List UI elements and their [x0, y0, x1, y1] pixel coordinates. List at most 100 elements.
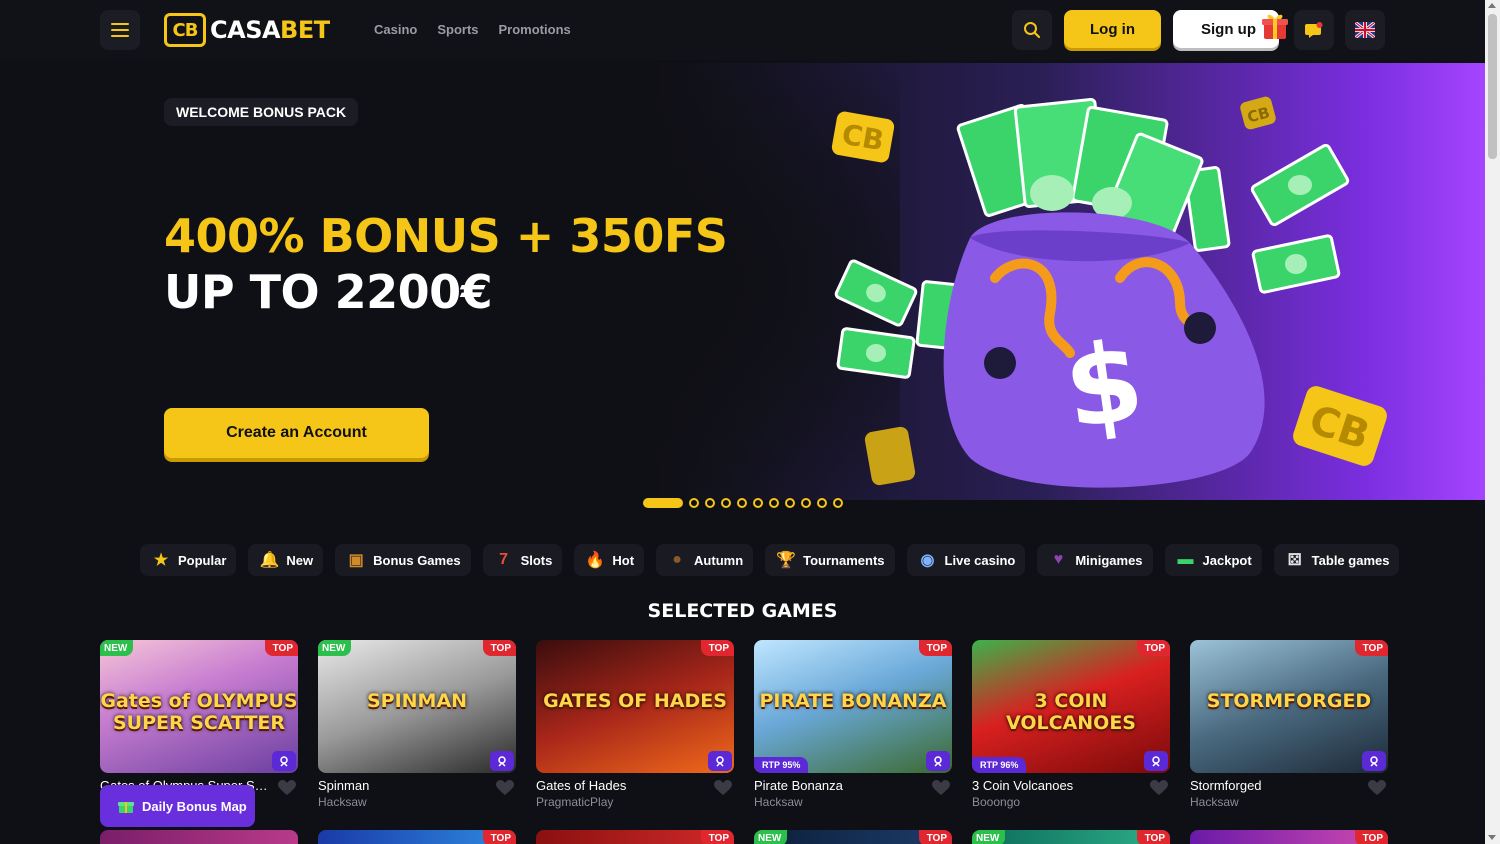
demo-icon[interactable] — [272, 751, 296, 771]
game-name[interactable]: Pirate Bonanza — [754, 778, 924, 793]
top-badge: TOP — [918, 640, 952, 656]
game-thumbnail-title: STORMFORGED — [1206, 690, 1372, 712]
demo-icon[interactable] — [490, 751, 514, 771]
game-card[interactable]: PIRATE BONANZA TOP RTP 95% Pirate Bonanza Ha… — [754, 640, 952, 818]
top-badge: TOP — [482, 830, 516, 844]
game-thumbnail[interactable]: TOP — [1190, 830, 1388, 844]
game-name[interactable]: Gates of Hades — [536, 778, 706, 793]
top-badge: TOP — [264, 640, 298, 656]
page: CB CASABET Casino Sports Promotions Log … — [0, 0, 1500, 844]
game-thumbnail[interactable]: PIRATE BONANZA TOP RTP 95% — [754, 640, 952, 773]
new-badge: NEW — [754, 830, 788, 844]
category-minigames[interactable]: ♥ Minigames — [1037, 544, 1153, 576]
demo-icon[interactable] — [708, 751, 732, 771]
game-name[interactable]: Stormforged — [1190, 778, 1360, 793]
game-provider: PragmaticPlay — [536, 795, 614, 809]
main-nav: Casino Sports Promotions — [374, 22, 571, 37]
demo-icon[interactable] — [1144, 751, 1168, 771]
category-bar: ★ Popular 🔔 New ▣ Bonus Games 7 Slots 🔥 Hot ● Autum… — [140, 544, 1400, 576]
slider-dot[interactable] — [737, 498, 747, 508]
nav-promotions[interactable]: Promotions — [499, 22, 571, 37]
slider-dot[interactable] — [801, 498, 811, 508]
game-thumbnail[interactable]: Gates of OLYMPUS SUPER SCATTER NEW TOP — [100, 640, 298, 773]
notifications-button[interactable] — [1294, 10, 1334, 50]
slider-dot[interactable] — [689, 498, 699, 508]
login-button[interactable]: Log in — [1064, 10, 1161, 48]
scroll-down-arrow-icon[interactable] — [1488, 835, 1496, 840]
category-popular[interactable]: ★ Popular — [140, 544, 237, 576]
slider-dot[interactable] — [721, 498, 731, 508]
slider-dot[interactable] — [785, 498, 795, 508]
heart-icon[interactable] — [1150, 780, 1168, 796]
category-slots[interactable]: 7 Slots — [482, 544, 563, 576]
game-thumbnail-title: SPINMAN — [366, 690, 468, 712]
slider-dot[interactable] — [643, 498, 683, 508]
game-provider: Hacksaw — [754, 795, 803, 809]
category-label: Autumn — [694, 552, 744, 568]
game-thumbnail[interactable]: NEW TOP — [972, 830, 1170, 844]
heart-icon[interactable] — [278, 780, 296, 796]
slider-dot[interactable] — [817, 498, 827, 508]
treasure-chest-icon: ▣ — [348, 552, 364, 569]
top-badge: TOP — [918, 830, 952, 844]
top-badge: TOP — [700, 640, 734, 656]
slider-dot[interactable] — [705, 498, 715, 508]
game-thumbnail[interactable]: GATES OF HADES TOP — [536, 640, 734, 773]
scrollbar-thumb[interactable] — [1488, 14, 1497, 159]
rtp-badge: RTP 96% — [972, 757, 1027, 773]
daily-bonus-map-button[interactable]: Daily Bonus Map — [100, 785, 255, 827]
category-bonus-games[interactable]: ▣ Bonus Games — [335, 544, 471, 576]
category-hot[interactable]: 🔥 Hot — [574, 544, 645, 576]
category-table-games[interactable]: ⚄ Table games — [1273, 544, 1400, 576]
game-name[interactable]: 3 Coin Volcanoes — [972, 778, 1142, 793]
casabet-logo[interactable]: CB CASABET — [164, 13, 330, 47]
category-label: Minigames — [1075, 552, 1143, 568]
game-thumbnail[interactable]: STORMFORGED TOP — [1190, 640, 1388, 773]
category-label: Bonus Games — [373, 552, 461, 568]
category-tournaments[interactable]: 🏆 Tournaments — [765, 544, 895, 576]
scroll-up-arrow-icon[interactable] — [1488, 3, 1496, 8]
search-icon — [1024, 22, 1041, 39]
slider-dot[interactable] — [753, 498, 763, 508]
new-badge: NEW — [972, 830, 1006, 844]
menu-button[interactable] — [100, 10, 140, 50]
game-thumbnail[interactable]: TOP — [318, 830, 516, 844]
hero-subheadline: UP TO 2200€ — [164, 265, 493, 319]
slider-dot[interactable] — [769, 498, 779, 508]
game-thumbnail[interactable]: NEW TOP — [754, 830, 952, 844]
game-card[interactable]: STORMFORGED TOP Stormforged Hacksaw — [1190, 640, 1388, 818]
game-thumbnail[interactable]: SPINMAN NEW TOP — [318, 640, 516, 773]
heart-icon[interactable] — [932, 780, 950, 796]
game-thumbnail[interactable]: 3 COIN VOLCANOES TOP RTP 96% — [972, 640, 1170, 773]
game-name[interactable]: Spinman — [318, 778, 488, 793]
heart-icon[interactable] — [496, 780, 514, 796]
game-card[interactable]: SPINMAN NEW TOP Spinman Hacksaw — [318, 640, 516, 818]
game-thumbnail[interactable]: TOP — [536, 830, 734, 844]
hero-banner: WELCOME BONUS PACK 400% BONUS + 350FS UP… — [0, 63, 1485, 500]
game-thumbnail-title: Gates of OLYMPUS SUPER SCATTER — [100, 690, 298, 734]
game-card[interactable]: GATES OF HADES TOP Gates of Hades Pragmatic… — [536, 640, 734, 818]
demo-icon[interactable] — [926, 751, 950, 771]
nav-sports[interactable]: Sports — [437, 22, 478, 37]
game-thumbnail[interactable] — [100, 830, 298, 844]
category-jackpot[interactable]: ▬ Jackpot — [1164, 544, 1262, 576]
category-label: Tournaments — [803, 552, 885, 568]
create-account-button[interactable]: Create an Account — [164, 408, 429, 458]
cb-coin-icon: CB — [1240, 96, 1276, 130]
game-card[interactable]: 3 COIN VOLCANOES TOP RTP 96% 3 Coin Volcano… — [972, 640, 1170, 818]
language-button[interactable] — [1345, 10, 1385, 50]
money-bag-icon: $ — [943, 212, 1265, 488]
category-autumn[interactable]: ● Autumn — [656, 544, 754, 576]
top-badge: TOP — [1136, 830, 1170, 844]
nav-casino[interactable]: Casino — [374, 22, 417, 37]
logo-mark: CB — [164, 13, 206, 47]
cb-coin-icon: CB — [831, 111, 895, 163]
heart-icon[interactable] — [714, 780, 732, 796]
search-button[interactable] — [1012, 10, 1052, 50]
category-live-casino[interactable]: ◉ Live casino — [906, 544, 1026, 576]
slider-dot[interactable] — [833, 498, 843, 508]
page-scrollbar[interactable] — [1485, 0, 1500, 844]
demo-icon[interactable] — [1362, 751, 1386, 771]
category-new[interactable]: 🔔 New — [248, 544, 324, 576]
heart-icon[interactable] — [1368, 780, 1386, 796]
